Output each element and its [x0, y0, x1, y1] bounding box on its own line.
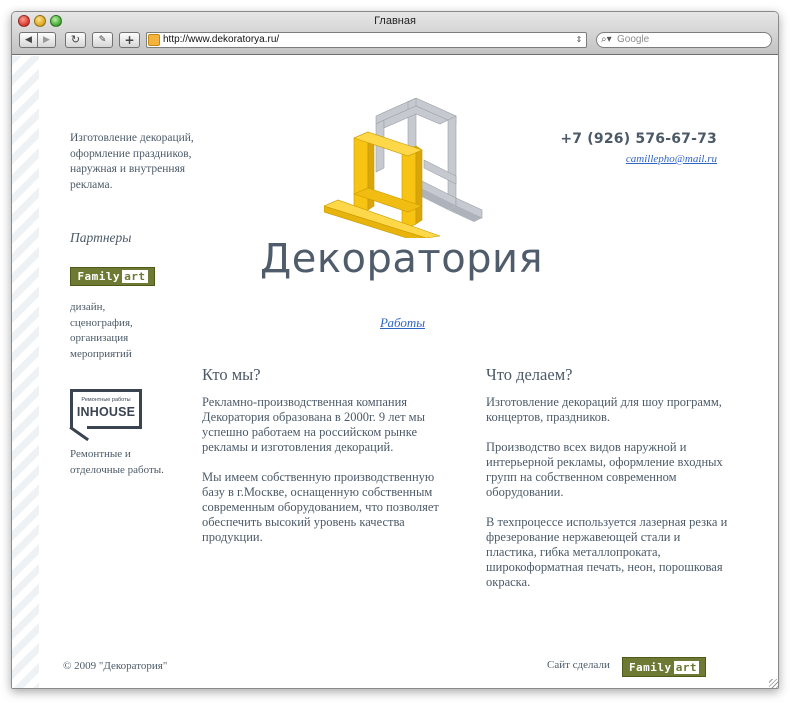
reload-icon: ↻ [70, 33, 81, 46]
browser-window: Главная ◀ ▶ ↻ ✎ + http://www.dekoratorya… [11, 11, 779, 689]
footer-logo-left: Family [628, 660, 672, 674]
rss-toggle-icon[interactable]: ⇕ [573, 34, 585, 46]
plus-icon: + [124, 33, 135, 47]
familyart-footer-logo[interactable]: Family art [622, 657, 706, 677]
address-url[interactable]: http://www.dekoratorya.ru/ [163, 34, 279, 45]
services-paragraph-1: Изготовление декораций для шоу программ,… [486, 395, 722, 424]
snapshot-icon: ✎ [98, 35, 107, 45]
footer-copyright: © 2009 "Декоратория" [63, 660, 168, 672]
resize-grip[interactable] [769, 679, 778, 688]
partner-familyart-description: дизайн, сценография, организация меропри… [70, 301, 133, 360]
services-paragraph-2: Производство всех видов наружной и интер… [486, 440, 723, 499]
partner-inhouse-description: Ремонтные и отделочные работы. [70, 448, 164, 476]
footer-made-by: Сайт сделали [547, 659, 610, 671]
services-heading: Что делаем? [486, 365, 573, 384]
company-tagline: Изготовление декораций, оформление празд… [70, 132, 194, 191]
cube-logo-icon [324, 98, 483, 238]
works-link[interactable]: Работы [380, 315, 425, 331]
search-placeholder[interactable]: Google [617, 34, 649, 45]
contact-phone: +7 (926) 576-67-73 [560, 131, 717, 147]
services-paragraph-3: В техпроцессе используется лазерная резк… [486, 515, 728, 589]
about-text: Рекламно-производственная компания Декор… [202, 395, 447, 560]
back-button[interactable]: ◀ [19, 32, 38, 48]
window-title: Главная [374, 15, 416, 27]
brand-name: Декоратория [260, 236, 544, 282]
partners-heading: Партнеры [70, 230, 132, 245]
inhouse-logo-subtitle: Ремонтные работы [81, 397, 131, 403]
add-bookmark-button[interactable]: + [119, 32, 140, 48]
decorative-stripes [12, 56, 39, 688]
reload-button[interactable]: ↻ [65, 32, 86, 48]
forward-arrow-icon: ▶ [43, 35, 50, 45]
about-heading: Кто мы? [202, 365, 261, 384]
about-paragraph-2: Мы имеем собственную производственную ба… [202, 470, 439, 544]
inhouse-partner-logo[interactable]: Ремонтные работы INHOUSE [70, 389, 142, 429]
search-field[interactable]: ⌕▾ Google [596, 32, 772, 48]
site-favicon-icon [148, 34, 160, 46]
services-text: Изготовление декораций для шоу программ,… [486, 395, 731, 605]
familyart-logo-right: art [122, 270, 148, 283]
page-content: Изготовление декораций, оформление празд… [12, 56, 778, 688]
contact-email-link[interactable]: camillepho@mail.ru [626, 153, 717, 165]
footer-logo-right: art [673, 660, 700, 674]
inhouse-logo-line [87, 426, 142, 429]
back-arrow-icon: ◀ [25, 35, 32, 45]
familyart-partner-logo[interactable]: Family art [70, 267, 155, 286]
search-icon[interactable]: ⌕▾ [601, 33, 612, 47]
forward-button[interactable]: ▶ [37, 32, 56, 48]
about-paragraph-1: Рекламно-производственная компания Декор… [202, 395, 425, 454]
browser-toolbar: Главная ◀ ▶ ↻ ✎ + http://www.dekoratorya… [12, 12, 778, 55]
familyart-logo-left: Family [77, 270, 121, 283]
web-clip-button[interactable]: ✎ [92, 32, 113, 48]
inhouse-logo-name: INHOUSE [76, 405, 136, 419]
address-bar[interactable]: http://www.dekoratorya.ru/ ⇕ [146, 32, 587, 48]
